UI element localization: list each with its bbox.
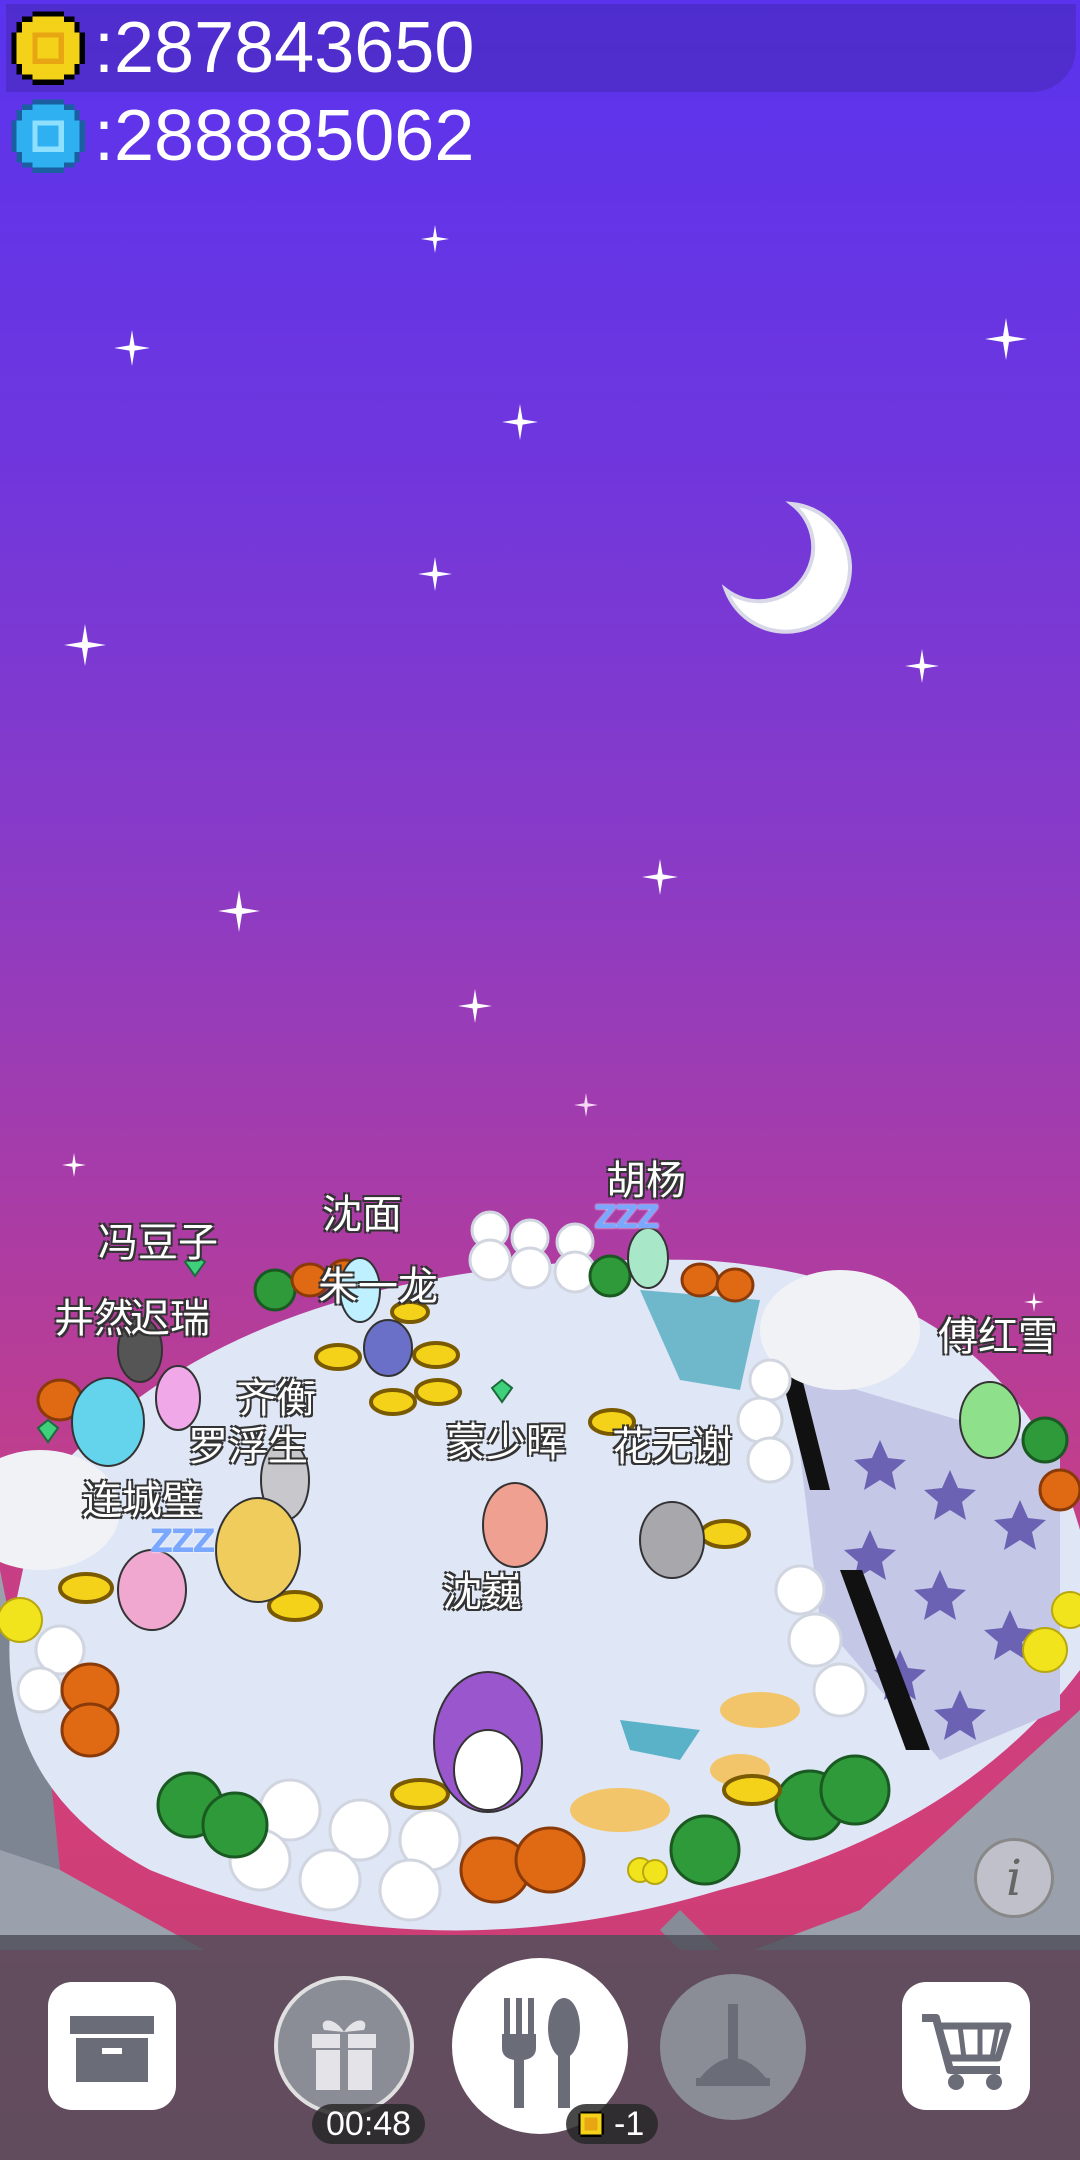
gift-timer: 00:48 (312, 2104, 426, 2144)
gift-button[interactable] (274, 1976, 414, 2116)
gem-icon (11, 99, 85, 173)
character-label[interactable]: 沈面 (322, 1182, 402, 1240)
character-label[interactable]: 连城璧 (82, 1468, 202, 1526)
clean-button[interactable] (660, 1974, 806, 2120)
character-label[interactable]: 傅红雪 (938, 1304, 1058, 1362)
character-label[interactable]: 蒙少晖 (446, 1410, 566, 1468)
shop-button[interactable] (902, 1982, 1030, 2110)
star-icon (905, 649, 939, 683)
box-icon (70, 2016, 154, 2082)
sleep-indicator: ZZZ (594, 1198, 660, 1236)
coin-count: :287843650 (94, 8, 475, 88)
star-icon (985, 318, 1027, 360)
star-icon (218, 890, 260, 932)
character-label[interactable]: 沈巍 (442, 1560, 522, 1618)
character-label[interactable]: 罗浮生 (188, 1414, 308, 1472)
character-label[interactable]: 井然 (54, 1286, 134, 1344)
coin-counter: :287843650 (6, 4, 1076, 92)
gem-count: :288885062 (94, 96, 475, 176)
star-icon (458, 989, 492, 1023)
star-icon (418, 557, 452, 591)
storage-button[interactable] (48, 1982, 176, 2110)
character-label[interactable]: 朱一龙 (318, 1254, 438, 1312)
sleep-indicator: ZZZ (150, 1522, 216, 1560)
plunger-icon (696, 2004, 770, 2086)
feed-cost-value: -1 (614, 2105, 645, 2143)
character-label[interactable]: 迟瑞 (130, 1286, 210, 1344)
gem-counter: :288885062 (6, 92, 474, 180)
feed-cost: -1 (566, 2104, 659, 2144)
star-icon (114, 330, 150, 366)
star-icon (421, 225, 449, 253)
coin-icon (578, 2111, 604, 2137)
star-icon (642, 859, 678, 895)
moon-icon (722, 501, 852, 634)
star-icon (64, 624, 106, 666)
cart-icon (922, 2014, 1012, 2090)
coin-icon (11, 11, 85, 85)
gift-icon (312, 2020, 376, 2090)
character-label[interactable]: 花无谢 (612, 1414, 732, 1472)
character-label[interactable]: 冯豆子 (98, 1210, 218, 1268)
star-icon (502, 404, 538, 440)
info-button[interactable]: i (974, 1838, 1054, 1918)
star-icon (574, 1093, 598, 1117)
